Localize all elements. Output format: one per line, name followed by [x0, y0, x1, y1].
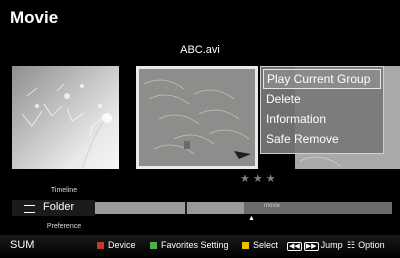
device-button[interactable]: Device	[97, 240, 136, 250]
fast-forward-icon: ▶▶	[303, 242, 319, 251]
menu-item-safe-remove[interactable]: Safe Remove	[263, 130, 381, 148]
tab-folder-label: Folder	[43, 201, 75, 213]
device-label: Device	[108, 240, 136, 250]
rewind-icon: ◀◀	[287, 242, 302, 251]
progress-bar[interactable]	[95, 202, 392, 214]
current-file-name: ABC.avi	[180, 44, 220, 56]
select-label: Select	[253, 240, 279, 250]
option-label: Option	[358, 240, 385, 250]
red-button-icon	[97, 242, 104, 249]
tab-preference[interactable]: Preference	[14, 223, 114, 230]
favorites-setting-button[interactable]: Favorites Setting	[150, 240, 229, 250]
up-arrow-icon: ▲	[248, 215, 255, 222]
rating-stars: ★★★	[240, 173, 279, 185]
progress-label: movie	[264, 203, 281, 209]
progress-marker	[185, 202, 187, 214]
favorites-setting-label: Favorites Setting	[161, 240, 229, 250]
bottom-bar: SUM Device Favorites Setting Select ◀◀ ▶▶…	[0, 235, 400, 258]
progress-fill	[95, 202, 244, 214]
menu-item-play-current-group[interactable]: Play Current Group	[263, 69, 381, 89]
tab-folder[interactable]: Folder	[12, 200, 95, 216]
select-button[interactable]: Select	[242, 240, 278, 250]
jump-label: Jump	[320, 240, 343, 250]
green-button-icon	[150, 242, 157, 249]
list-icon	[24, 205, 35, 213]
tools-icon: ☷	[347, 240, 356, 250]
sum-label: SUM	[10, 239, 35, 251]
thumbnail-selected[interactable]	[136, 66, 258, 169]
menu-item-information[interactable]: Information	[263, 110, 381, 128]
page-title: Movie	[10, 8, 59, 27]
option-button[interactable]: ☷ Option	[347, 240, 385, 251]
context-menu: Play Current Group Delete Information Sa…	[260, 66, 384, 154]
menu-item-delete[interactable]: Delete	[263, 90, 381, 108]
thumbnail-left[interactable]	[12, 66, 119, 169]
tab-timeline[interactable]: Timeline	[14, 187, 114, 194]
yellow-button-icon	[242, 242, 249, 249]
jump-button[interactable]: ◀◀ ▶▶ Jump	[287, 240, 343, 251]
